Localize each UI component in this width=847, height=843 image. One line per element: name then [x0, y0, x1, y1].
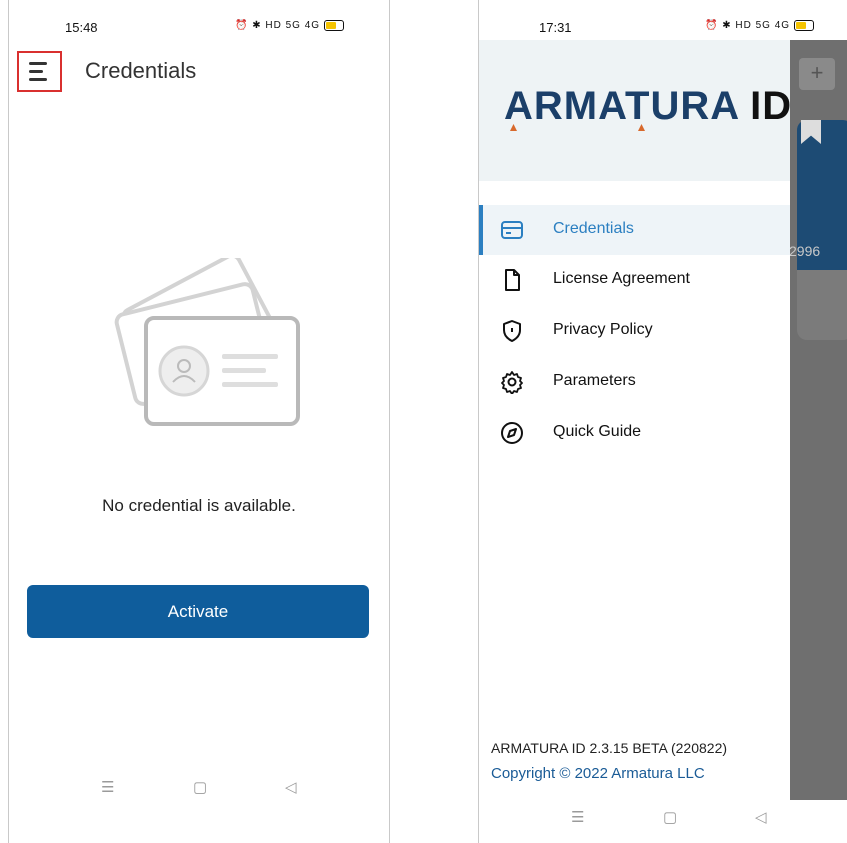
drawer-item-label: Quick Guide [553, 423, 642, 440]
home-button[interactable]: ▢ [193, 778, 207, 796]
add-credential-button: + [799, 58, 835, 90]
hamburger-menu-button[interactable] [17, 51, 62, 92]
credit-card-icon [501, 221, 523, 239]
drawer-item-parameters[interactable]: Parameters [479, 357, 790, 407]
drawer-item-label: Privacy Policy [553, 321, 653, 338]
activate-button[interactable]: Activate [27, 585, 369, 638]
logo-suffix: ID [750, 84, 793, 128]
drawer-item-privacy-policy[interactable]: Privacy Policy [479, 306, 790, 356]
page-title: Credentials [85, 58, 197, 83]
drawer-header: ARMATURA ID [479, 40, 792, 181]
status-icons: ⏰ ✱ HD 5G 4G [705, 20, 814, 31]
drawer-item-label: License Agreement [553, 270, 690, 287]
recent-apps-button[interactable]: ☰ [101, 778, 114, 796]
system-nav-bar: ☰ ▢ ◁ [9, 778, 389, 818]
status-icons: ⏰ ✱ HD 5G 4G [235, 20, 344, 31]
status-icons-text: ⏰ ✱ HD 5G 4G [235, 20, 321, 32]
drawer-item-license-agreement[interactable]: License Agreement [479, 255, 790, 305]
hamburger-icon [29, 62, 47, 65]
status-time: 15:48 [65, 20, 98, 35]
background-card-number: 2996 [789, 243, 821, 259]
battery-icon [323, 20, 344, 31]
compass-icon [501, 422, 523, 444]
empty-credentials-illustration [114, 258, 300, 426]
back-button[interactable]: ◁ [755, 808, 767, 826]
gear-icon [501, 371, 523, 394]
hamburger-icon-bar [29, 70, 43, 73]
armatura-id-logo: ARMATURA ID [504, 84, 792, 129]
empty-state-message: No credential is available. [102, 496, 296, 515]
home-button[interactable]: ▢ [663, 808, 677, 826]
status-time: 17:31 [539, 20, 572, 35]
navigation-drawer: ARMATURA ID Credentials License Agreement [479, 40, 792, 800]
status-bar: 17:31 ⏰ ✱ HD 5G 4G [479, 0, 847, 40]
right-phone-screen: 17:31 ⏰ ✱ HD 5G 4G + 2996 ARMATURA ID Cre… [478, 0, 847, 843]
system-nav-bar: ☰ ▢ ◁ [479, 808, 847, 838]
drawer-item-quick-guide[interactable]: Quick Guide [479, 408, 790, 458]
document-icon [505, 269, 520, 291]
recent-apps-button[interactable]: ☰ [571, 808, 584, 826]
battery-icon [793, 20, 814, 31]
logo-word: ARMATURA [504, 84, 741, 128]
hamburger-icon-bar [29, 78, 47, 81]
left-phone-screen: 15:48 ⏰ ✱ HD 5G 4G Credentials No creden… [8, 0, 390, 843]
status-icons-text: ⏰ ✱ HD 5G 4G [705, 20, 791, 32]
drawer-item-credentials[interactable]: Credentials [479, 205, 790, 255]
copyright-link[interactable]: Copyright © 2022 Armatura LLC [491, 765, 705, 782]
back-button[interactable]: ◁ [285, 778, 297, 796]
drawer-item-label: Credentials [553, 220, 634, 237]
drawer-item-label: Parameters [553, 372, 636, 389]
shield-icon [503, 320, 521, 342]
status-bar: 15:48 ⏰ ✱ HD 5G 4G [9, 0, 389, 40]
app-version: ARMATURA ID 2.3.15 BETA (220822) [491, 740, 728, 756]
